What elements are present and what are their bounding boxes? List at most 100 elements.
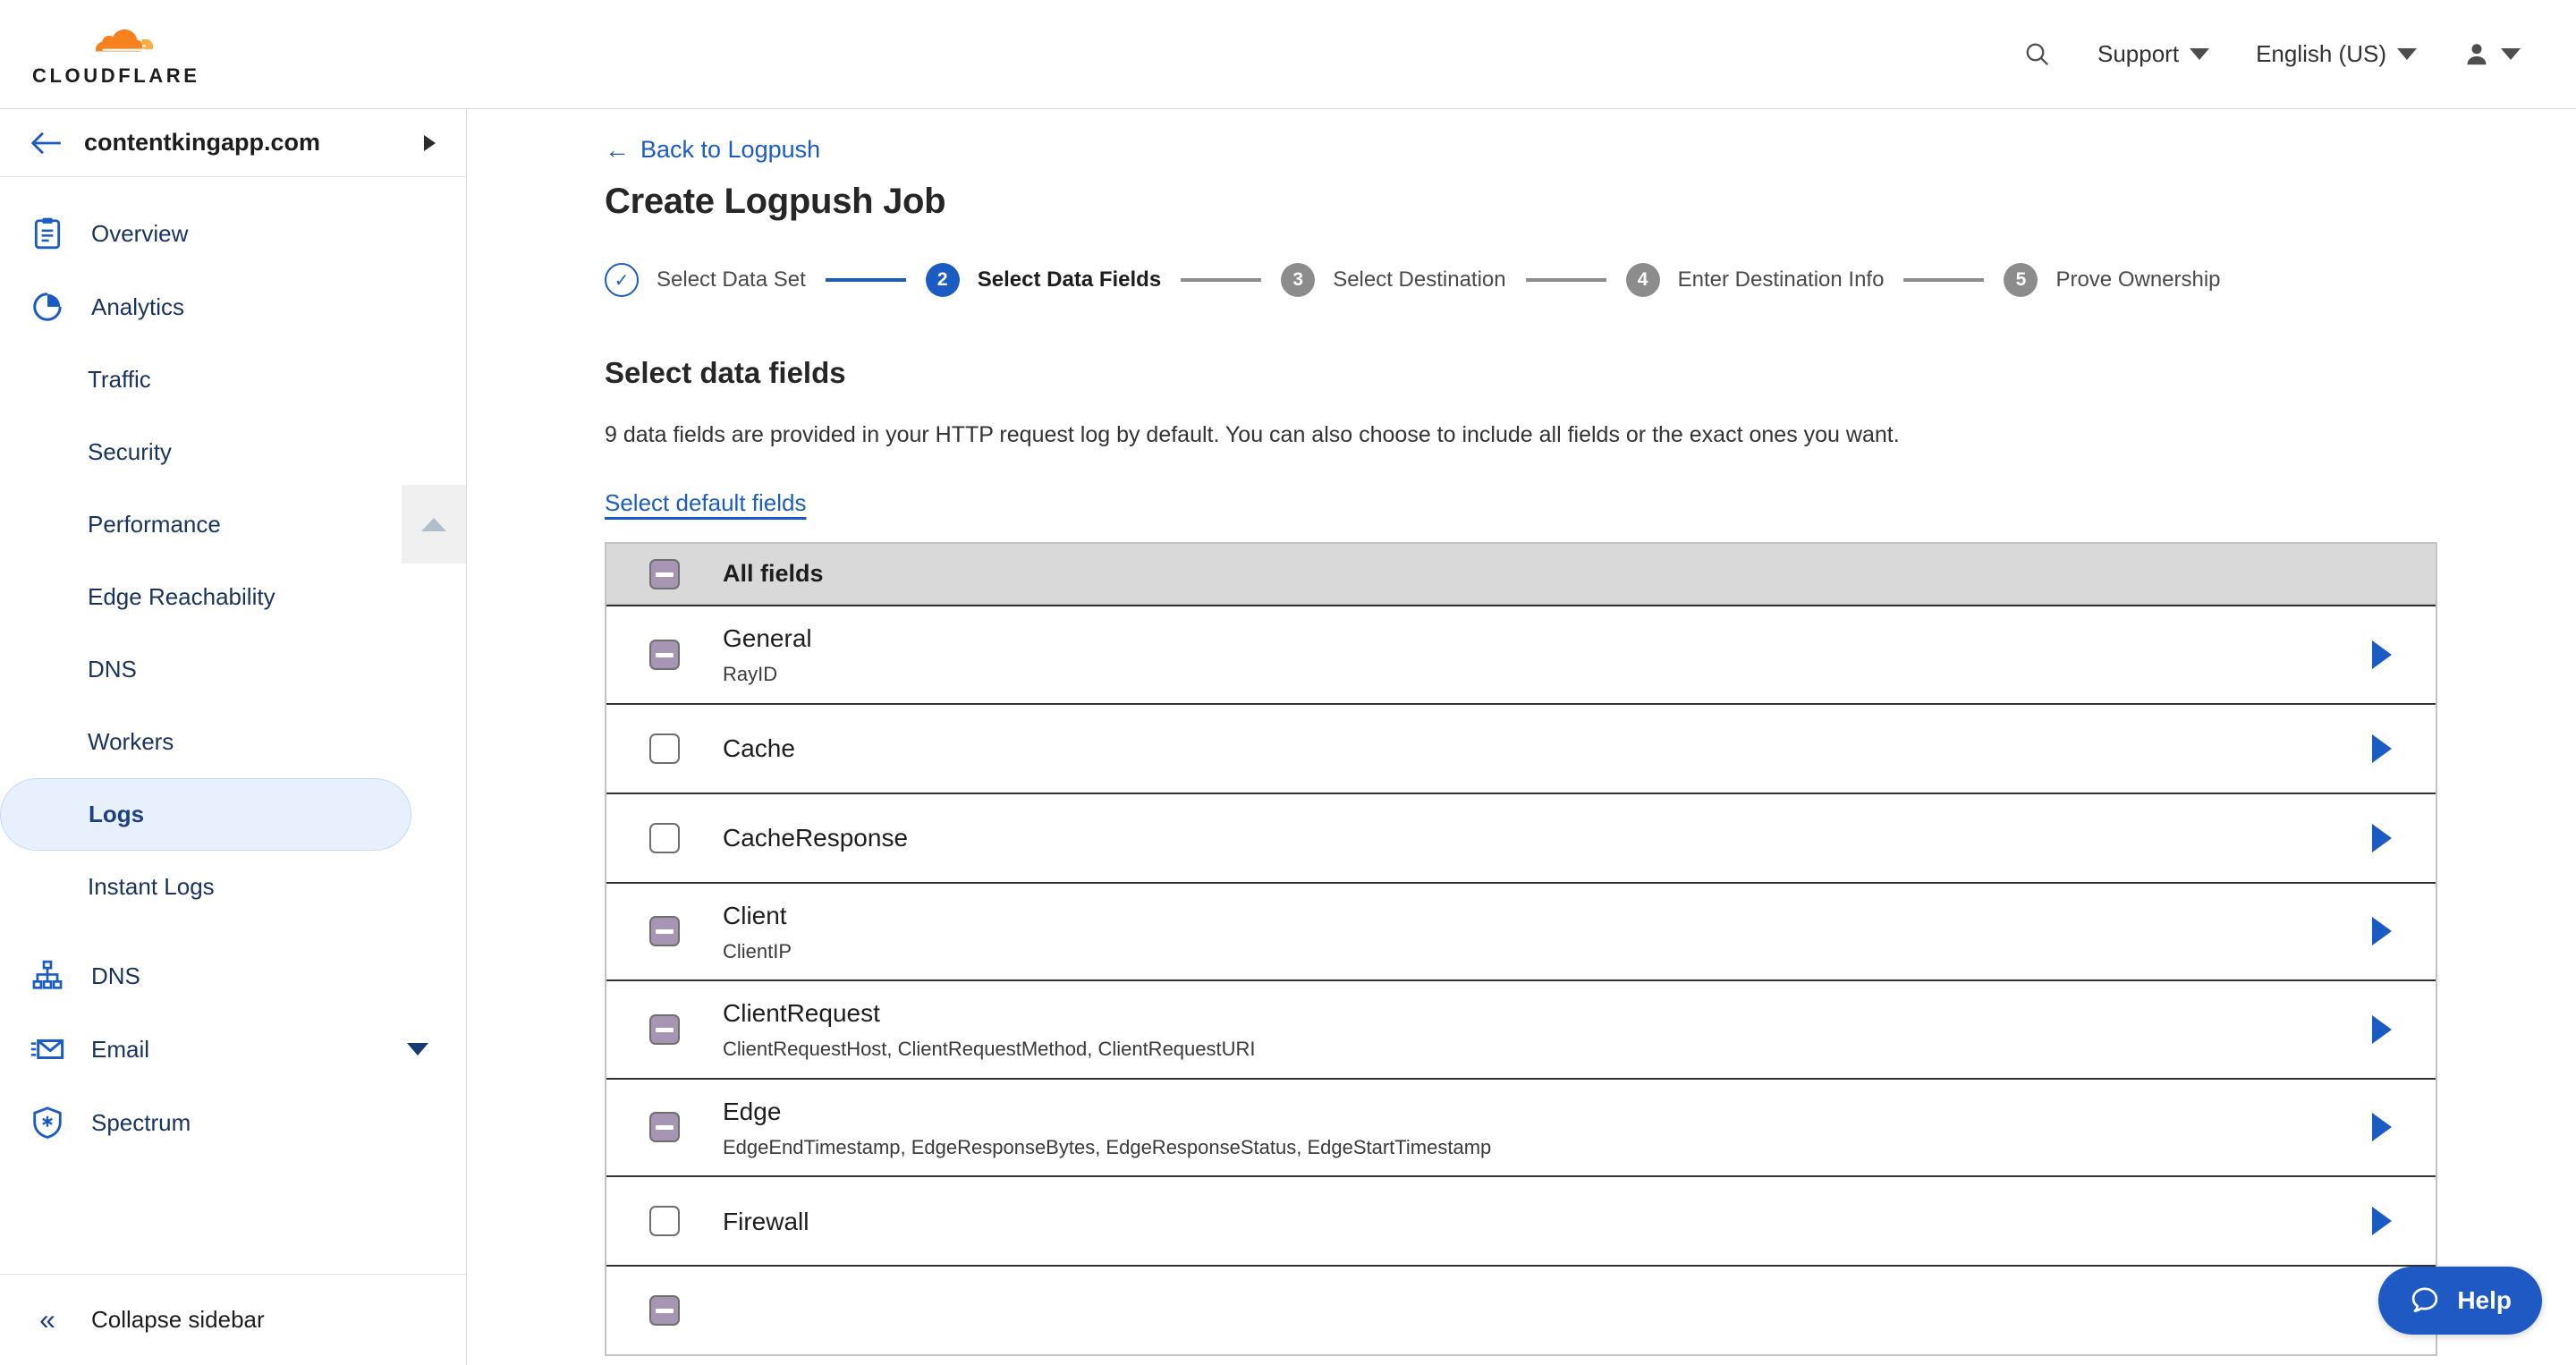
sidebar-item-email[interactable]: Email: [0, 1013, 466, 1086]
select-default-fields-link[interactable]: Select default fields: [605, 489, 806, 517]
step-select-data-set[interactable]: ✓ Select Data Set: [605, 263, 806, 297]
chevron-right-icon[interactable]: [424, 134, 436, 151]
row-checkbox-cell[interactable]: [606, 1267, 723, 1354]
row-expand-cell[interactable]: [2328, 733, 2436, 763]
sidebar-item-security[interactable]: Security: [0, 416, 466, 488]
row-expand-cell[interactable]: [2328, 640, 2436, 669]
row-expand-cell[interactable]: [2328, 1113, 2436, 1142]
search-button[interactable]: [2001, 41, 2074, 68]
table-row[interactable]: General RayID: [606, 605, 2436, 703]
zone-selector[interactable]: contentkingapp.com: [0, 109, 466, 177]
sidebar-item-dns-sub[interactable]: DNS: [0, 633, 466, 706]
sidebar-nav: Overview Analytics Traffic Security Perf…: [0, 177, 466, 1159]
row-checkbox[interactable]: [649, 639, 680, 670]
help-button[interactable]: Help: [2378, 1267, 2542, 1335]
table-row[interactable]: [606, 1265, 2436, 1354]
back-to-logpush-link[interactable]: ← Back to Logpush: [605, 136, 820, 164]
row-category-label: Firewall: [723, 1207, 809, 1235]
table-row[interactable]: CacheResponse: [606, 792, 2436, 882]
cloudflare-wordmark: CLOUDFLARE: [32, 64, 200, 87]
row-checkbox[interactable]: [649, 733, 680, 764]
table-row[interactable]: Client ClientIP: [606, 881, 2436, 980]
row-checkbox-cell[interactable]: [606, 1177, 723, 1265]
row-checkbox-cell[interactable]: [606, 884, 723, 980]
step-label: Enter Destination Info: [1677, 267, 1885, 292]
triangle-right-icon[interactable]: [2372, 1207, 2392, 1235]
step-enter-destination-info[interactable]: 4 Enter Destination Info: [1625, 263, 1885, 297]
row-checkbox[interactable]: [649, 1206, 680, 1236]
all-fields-label-cell: All fields: [723, 559, 2328, 589]
row-label-cell: Edge EdgeEndTimestamp, EdgeResponseBytes…: [723, 1080, 2328, 1176]
triangle-right-icon[interactable]: [2372, 917, 2392, 946]
row-checkbox[interactable]: [649, 1013, 680, 1045]
all-fields-checkbox-cell[interactable]: [606, 544, 723, 604]
row-label-cell: Firewall: [723, 1190, 2328, 1253]
help-label: Help: [2457, 1286, 2512, 1314]
row-label-cell: Cache: [723, 716, 2328, 780]
sidebar-item-label: Edge Reachability: [88, 583, 275, 610]
sidebar-item-workers[interactable]: Workers: [0, 706, 466, 778]
row-expand-cell[interactable]: [2328, 823, 2436, 852]
step-connector: [1903, 278, 1985, 282]
table-row[interactable]: ClientRequest ClientRequestHost, ClientR…: [606, 979, 2436, 1078]
triangle-right-icon[interactable]: [2372, 1113, 2392, 1142]
step-select-data-fields[interactable]: 2 Select Data Fields: [925, 263, 1161, 297]
support-label: Support: [2097, 40, 2180, 67]
sidebar-item-edge-reachability[interactable]: Edge Reachability: [0, 561, 466, 633]
sidebar-item-label: Performance: [88, 511, 221, 538]
sidebar-item-label: Traffic: [88, 366, 151, 393]
row-expand-cell[interactable]: [2328, 1207, 2436, 1235]
sidebar-item-performance[interactable]: Performance: [0, 488, 466, 561]
row-category-label: Cache: [723, 734, 795, 762]
row-expand-cell[interactable]: [2328, 917, 2436, 946]
table-header-all-fields[interactable]: All fields: [606, 544, 2436, 605]
account-menu[interactable]: [2440, 40, 2544, 69]
collapse-sidebar-button[interactable]: « Collapse sidebar: [0, 1275, 467, 1364]
section-title: Select data fields: [605, 356, 846, 389]
row-expand-cell[interactable]: [2328, 1014, 2436, 1044]
sidebar-item-logs[interactable]: Logs: [0, 778, 411, 851]
row-checkbox-cell[interactable]: [606, 1080, 723, 1176]
top-navigation-bar: CLOUDFLARE Support English (US): [0, 0, 2576, 109]
sidebar-item-spectrum[interactable]: Spectrum: [0, 1086, 466, 1159]
top-bar-actions: Support English (US): [2001, 0, 2544, 108]
row-checkbox-cell[interactable]: [606, 794, 723, 882]
step-prove-ownership[interactable]: 5 Prove Ownership: [2004, 263, 2221, 297]
language-label: English (US): [2256, 40, 2386, 67]
table-row[interactable]: Edge EdgeEndTimestamp, EdgeResponseBytes…: [606, 1077, 2436, 1176]
sidebar-item-overview[interactable]: Overview: [0, 197, 466, 270]
step-connector: [1181, 278, 1262, 282]
row-fields-list: ClientRequestHost, ClientRequestMethod, …: [723, 1038, 1256, 1060]
language-menu[interactable]: English (US): [2233, 40, 2440, 68]
cloudflare-logo[interactable]: CLOUDFLARE: [32, 21, 200, 88]
sidebar-item-traffic[interactable]: Traffic: [0, 343, 466, 416]
triangle-right-icon[interactable]: [2372, 733, 2392, 763]
sidebar-item-label: Workers: [88, 728, 174, 755]
chevron-down-icon: [2397, 48, 2417, 60]
step-bullet: 2: [925, 263, 960, 297]
all-fields-checkbox[interactable]: [649, 558, 680, 589]
support-menu[interactable]: Support: [2074, 40, 2233, 68]
sidebar-item-label: DNS: [91, 962, 140, 989]
row-checkbox[interactable]: [649, 1112, 680, 1143]
row-checkbox[interactable]: [649, 916, 680, 947]
table-row[interactable]: Cache: [606, 702, 2436, 793]
row-checkbox[interactable]: [649, 1295, 680, 1326]
sidebar-item-analytics[interactable]: Analytics: [0, 270, 466, 343]
triangle-right-icon[interactable]: [2372, 823, 2392, 852]
row-checkbox-cell[interactable]: [606, 705, 723, 793]
row-checkbox[interactable]: [649, 822, 680, 853]
row-checkbox-cell[interactable]: [606, 981, 723, 1078]
sidebar-item-label: Spectrum: [91, 1108, 191, 1136]
sidebar-item-instant-logs[interactable]: Instant Logs: [0, 851, 466, 923]
table-row[interactable]: Firewall: [606, 1175, 2436, 1265]
triangle-right-icon[interactable]: [2372, 1014, 2392, 1044]
chat-bubble-icon: [2412, 1287, 2438, 1312]
step-select-destination[interactable]: 3 Select Destination: [1281, 263, 1506, 297]
sidebar-item-dns[interactable]: DNS: [0, 939, 466, 1013]
chevron-down-icon[interactable]: [407, 1043, 428, 1056]
row-checkbox-cell[interactable]: [606, 606, 723, 703]
row-category-label: ClientRequest: [723, 999, 880, 1027]
back-arrow-icon[interactable]: [30, 131, 61, 155]
triangle-right-icon[interactable]: [2372, 640, 2392, 669]
